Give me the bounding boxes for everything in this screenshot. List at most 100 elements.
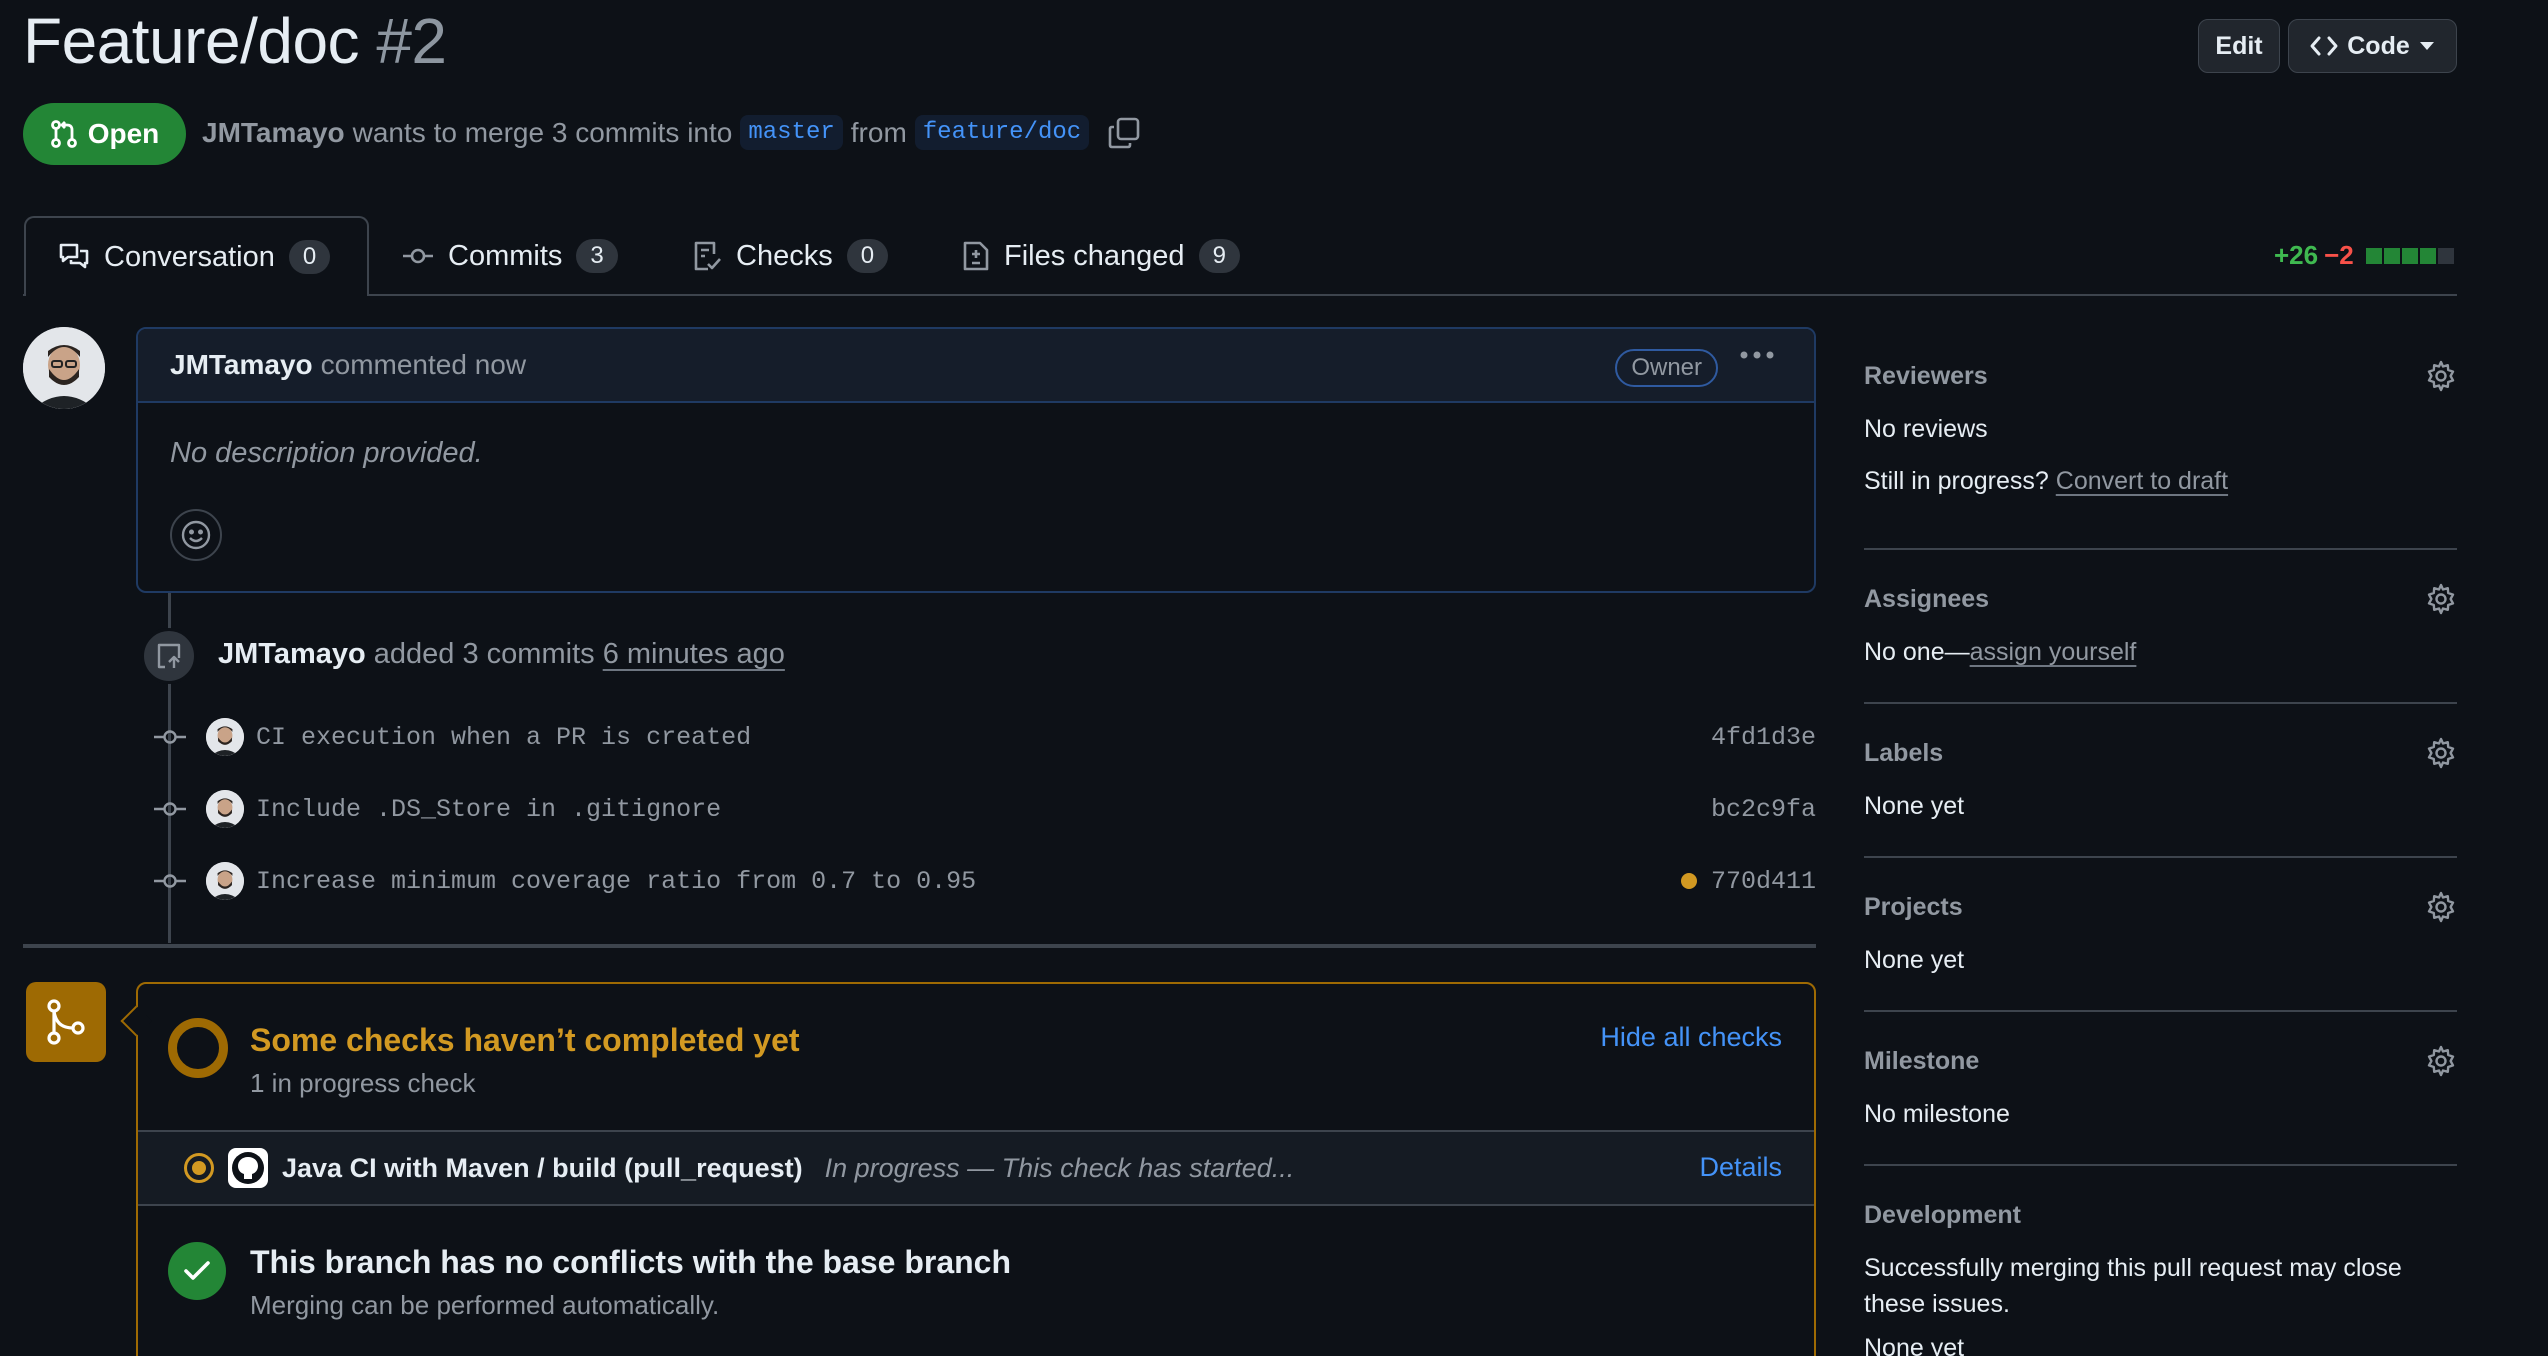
tab-counter: 0 xyxy=(846,239,889,273)
sidebar-heading[interactable]: Milestone xyxy=(1864,1047,2457,1076)
code-button[interactable]: Code xyxy=(2288,19,2457,73)
comment-action: commented now xyxy=(320,349,527,380)
sidebar-heading[interactable]: Reviewers xyxy=(1864,362,2457,391)
diffstat-deletions: −2 xyxy=(2324,240,2354,270)
tab-counter: 0 xyxy=(288,240,331,274)
sidebar-heading[interactable]: Projects xyxy=(1864,893,2457,922)
development-value: Successfully merging this pull request m… xyxy=(1864,1254,2402,1318)
assign-yourself-link[interactable]: assign yourself xyxy=(1970,638,2137,666)
projects-value: None yet xyxy=(1864,946,1965,974)
owner-badge: Owner xyxy=(1615,349,1718,387)
assignees-value: No one—assign yourself xyxy=(1864,634,2457,670)
tab-files-changed[interactable]: Files changed 9 xyxy=(930,216,1272,296)
git-merge-icon xyxy=(44,998,88,1046)
event-author-link[interactable]: JMTamayo xyxy=(218,638,366,670)
sidebar-milestone: Milestone No milestone xyxy=(1864,1045,2457,1132)
sidebar-divider xyxy=(1864,702,2457,704)
avatar[interactable] xyxy=(206,790,244,828)
merge-text: wants to merge 3 commits into xyxy=(352,116,733,148)
tab-label: Conversation xyxy=(104,240,275,273)
commit-message-link[interactable]: Include .DS_Store in .gitignore xyxy=(256,795,1697,824)
avatar[interactable] xyxy=(206,862,244,900)
git-commit-icon xyxy=(402,246,434,266)
code-icon xyxy=(2309,35,2339,57)
conflict-title: This branch has no conflicts with the ba… xyxy=(250,1244,1012,1280)
hide-all-checks-button[interactable]: Hide all checks xyxy=(1600,1022,1782,1053)
gear-icon[interactable] xyxy=(2425,1045,2457,1077)
sidebar-development: Development Successfully merging this pu… xyxy=(1864,1201,2457,1356)
draft-prompt-text: Still in progress? xyxy=(1864,467,2049,495)
pr-author-link[interactable]: JMTamayo xyxy=(202,117,345,149)
status-badge: Open xyxy=(23,103,186,165)
sidebar-heading[interactable]: Labels xyxy=(1864,739,2457,768)
list-item: Include .DS_Store in .gitignore bc2c9fa xyxy=(150,787,1816,831)
checks-summary: Some checks haven’t completed yet 1 in p… xyxy=(138,984,1814,1132)
tab-conversation[interactable]: Conversation 0 xyxy=(24,216,369,296)
avatar[interactable] xyxy=(206,718,244,756)
tab-label: Files changed xyxy=(1004,239,1185,272)
tab-label: Checks xyxy=(736,239,833,272)
tab-counter: 9 xyxy=(1198,239,1240,273)
diffstat-block-added xyxy=(2401,247,2418,264)
comment-body: No description provided. xyxy=(170,437,483,469)
tab-commits[interactable]: Commits 3 xyxy=(370,216,650,296)
gear-icon[interactable] xyxy=(2425,583,2457,615)
list-item: CI execution when a PR is created 4fd1d3… xyxy=(150,715,1816,759)
copy-icon[interactable] xyxy=(1107,116,1141,150)
labels-value: None yet xyxy=(1864,792,1965,820)
convert-to-draft-link[interactable]: Convert to draft xyxy=(2056,467,2228,495)
timeline-badge xyxy=(141,628,197,684)
milestone-value: No milestone xyxy=(1864,1100,2010,1128)
tab-checks[interactable]: Checks 0 xyxy=(660,216,920,296)
commit-message-link[interactable]: CI execution when a PR is created xyxy=(256,723,1697,752)
sidebar-divider xyxy=(1864,548,2457,550)
sidebar-heading: Development xyxy=(1864,1201,2021,1229)
gear-icon[interactable] xyxy=(2425,737,2457,769)
draft-prompt: Still in progress? Convert to draft xyxy=(1864,463,2457,499)
pr-title-text: Feature/doc xyxy=(23,5,360,77)
event-time-link[interactable]: 6 minutes ago xyxy=(603,638,785,670)
commit-message-link[interactable]: Increase minimum coverage ratio from 0.7… xyxy=(256,867,1681,896)
sidebar-labels: Labels None yet xyxy=(1864,737,2457,824)
checks-title: Some checks haven’t completed yet xyxy=(250,1022,800,1058)
pr-meta: JMTamayo wants to merge 3 commits into m… xyxy=(202,115,1141,150)
status-label: Open xyxy=(87,118,160,149)
commit-sha-link[interactable]: 4fd1d3e xyxy=(1711,723,1816,752)
checks-subtitle: 1 in progress check xyxy=(250,1068,476,1098)
comment-card: JMTamayo commented now Owner No descript… xyxy=(136,327,1816,593)
diffstat-block-neutral xyxy=(2437,247,2454,264)
sidebar-divider xyxy=(1864,1010,2457,1012)
diffstat-block-added xyxy=(2383,247,2400,264)
edit-button[interactable]: Edit xyxy=(2198,19,2280,73)
list-item: Increase minimum coverage ratio from 0.7… xyxy=(150,859,1816,903)
add-reaction-button[interactable] xyxy=(170,509,222,561)
checklist-icon xyxy=(692,240,722,272)
file-diff-icon xyxy=(962,240,990,272)
diffstat-bar xyxy=(2364,247,2454,264)
gear-icon[interactable] xyxy=(2425,360,2457,392)
conflict-status: This branch has no conflicts with the ba… xyxy=(138,1206,1814,1356)
assignees-none: No one— xyxy=(1864,638,1970,666)
avatar[interactable] xyxy=(23,327,105,409)
gear-icon[interactable] xyxy=(2425,891,2457,923)
base-branch[interactable]: master xyxy=(740,115,843,150)
commit-sha-link[interactable]: 770d411 xyxy=(1711,867,1816,896)
caret-down-icon xyxy=(2418,40,2436,52)
commit-sha-link[interactable]: bc2c9fa xyxy=(1711,795,1816,824)
merge-status-badge xyxy=(26,982,106,1062)
sidebar-projects: Projects None yet xyxy=(1864,891,2457,978)
head-branch[interactable]: feature/doc xyxy=(914,115,1090,150)
sidebar-divider xyxy=(1864,1164,2457,1166)
comment-header: JMTamayo commented now Owner xyxy=(138,329,1814,403)
pending-status-dot[interactable] xyxy=(1680,873,1697,889)
page-title: Feature/doc #2 xyxy=(23,4,447,78)
timeline-break xyxy=(23,944,1816,948)
comment-author-link[interactable]: JMTamayo xyxy=(170,349,313,381)
details-link[interactable]: Details xyxy=(1699,1152,1782,1183)
timeline-event: JMTamayo added 3 commits 6 minutes ago xyxy=(218,638,785,671)
code-button-label: Code xyxy=(2347,31,2410,60)
sidebar-heading[interactable]: Assignees xyxy=(1864,585,2457,614)
sidebar-reviewers: Reviewers No reviews Still in progress? … xyxy=(1864,360,2457,499)
kebab-horizontal-icon[interactable] xyxy=(1740,351,1774,359)
diffstat-block-added xyxy=(2419,247,2436,264)
